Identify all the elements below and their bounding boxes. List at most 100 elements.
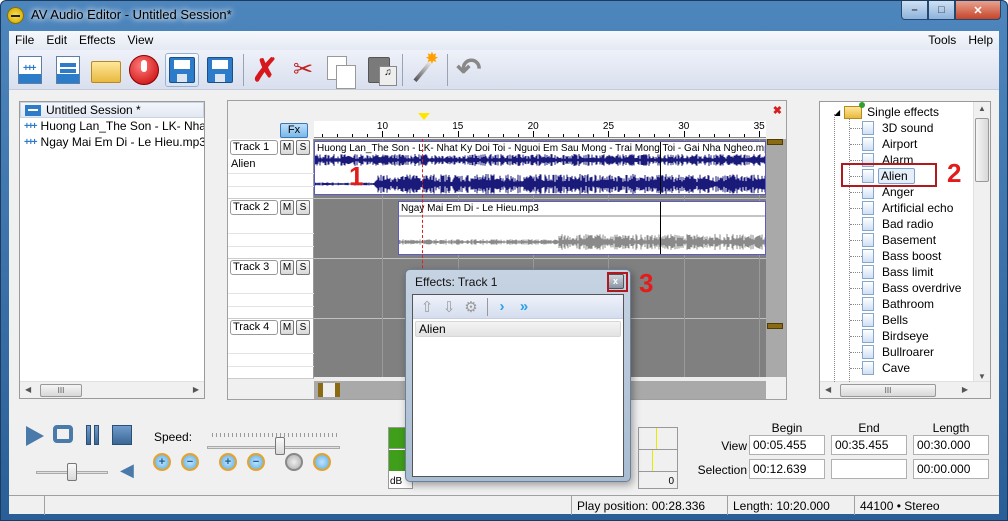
view-begin-field[interactable]: 00:05.455 [749, 435, 825, 455]
effect-item[interactable]: Bass boost [862, 248, 941, 264]
effect-item[interactable]: Bad radio [862, 216, 933, 232]
scroll-right-arrow-icon[interactable]: ▶ [193, 385, 199, 394]
zoom-in-vertical-icon[interactable]: + [219, 453, 237, 471]
settings-gear-icon[interactable]: ⚙ [461, 297, 481, 317]
mute-button[interactable]: M [280, 200, 294, 215]
speed-slider-track[interactable] [207, 446, 340, 449]
audio-file-item[interactable]: +++Huong Lan_The Son - LK- Nhat Ky Doi T… [20, 118, 204, 134]
scroll-thumb[interactable]: III [40, 384, 82, 397]
track-lane[interactable]: Ngay Mai Em Di - Le Hieu.mp3 [314, 199, 766, 259]
volume-slider-thumb[interactable] [67, 463, 77, 481]
speaker-icon[interactable]: ◀ [120, 460, 134, 481]
open-button[interactable] [89, 53, 123, 87]
track-name-field[interactable]: Track 4 [230, 320, 278, 335]
pause-button-bar[interactable] [86, 425, 91, 445]
view-length-field[interactable]: 00:30.000 [913, 435, 989, 455]
menu-effects[interactable]: Effects [73, 31, 121, 50]
save-button[interactable] [165, 52, 199, 87]
move-down-icon[interactable]: ⇩ [439, 297, 459, 317]
move-up-icon[interactable]: ⇧ [417, 297, 437, 317]
next-icon[interactable]: › [492, 297, 512, 317]
menu-tools[interactable]: Tools [922, 31, 962, 50]
solo-button[interactable]: S [296, 140, 310, 155]
record-button[interactable] [127, 53, 161, 87]
loop-button[interactable] [53, 425, 73, 443]
zoom-out-horizontal-icon[interactable]: − [181, 453, 199, 471]
speed-slider-thumb[interactable] [275, 437, 286, 455]
track-name-field[interactable]: Track 2 [230, 200, 278, 215]
maximize-button[interactable]: □ [928, 1, 955, 20]
mute-button[interactable]: M [280, 260, 294, 275]
minimize-button[interactable]: – [901, 1, 928, 20]
undo-button[interactable]: ↶ [452, 53, 486, 87]
zoom-out-vertical-icon[interactable]: − [247, 453, 265, 471]
effect-item[interactable]: Bathroom [862, 296, 934, 312]
paste-button[interactable] [362, 53, 397, 87]
mute-button[interactable]: M [280, 320, 294, 335]
effect-item[interactable]: Bullroarer [862, 344, 934, 360]
menu-help[interactable]: Help [962, 31, 999, 50]
fast-forward-icon[interactable]: » [514, 297, 534, 317]
scroll-thumb[interactable]: III [840, 384, 936, 397]
session-horizontal-scrollbar[interactable]: ◀ III ▶ [20, 381, 204, 398]
effect-item[interactable]: Cave [862, 360, 910, 376]
effect-item[interactable]: Bass overdrive [862, 280, 961, 296]
new-audio-button[interactable]: +++ [13, 53, 47, 87]
effect-item[interactable]: Bells [862, 312, 908, 328]
selection-begin-field[interactable]: 00:12.639 [749, 459, 825, 479]
dialog-effect-item[interactable]: Alien [415, 321, 621, 337]
save-as-button[interactable] [203, 53, 237, 87]
view-end-field[interactable]: 00:35.455 [831, 435, 907, 455]
editor-close-icon[interactable]: ✖ [773, 104, 782, 117]
stop-button[interactable] [112, 425, 132, 445]
effect-item[interactable]: 3D sound [862, 120, 933, 136]
effect-item[interactable]: Basement [862, 232, 936, 248]
fx-button[interactable]: Fx [280, 123, 308, 138]
close-button[interactable]: ✕ [955, 1, 1001, 20]
scroll-left-arrow-icon[interactable]: ◀ [25, 385, 31, 394]
effects-vertical-scrollbar[interactable]: ▲ ▼ [973, 102, 990, 383]
session-item[interactable]: Untitled Session * [20, 102, 204, 118]
playhead-marker-icon[interactable] [418, 113, 430, 120]
zoom-selection-icon[interactable] [285, 453, 303, 471]
mute-button[interactable]: M [280, 140, 294, 155]
menu-view[interactable]: View [122, 31, 160, 50]
play-button[interactable] [26, 426, 44, 446]
selection-length-field[interactable]: 00:00.000 [913, 459, 989, 479]
scroll-right-arrow-icon[interactable]: ▶ [962, 385, 968, 394]
pause-button-bar[interactable] [94, 425, 99, 445]
effects-wand-button[interactable] [407, 53, 441, 87]
editor-vertical-scrollbar[interactable] [766, 139, 786, 377]
effect-item[interactable]: Artificial echo [862, 200, 953, 216]
track-lane[interactable]: Huong Lan_The Son - LK- Nhat Ky Doi Toi … [314, 139, 766, 199]
effect-item[interactable]: Airport [862, 136, 917, 152]
solo-button[interactable]: S [296, 320, 310, 335]
effects-horizontal-scrollbar[interactable]: ◀ III ▶ [820, 381, 990, 398]
new-session-button[interactable] [51, 53, 85, 87]
zoom-in-horizontal-icon[interactable]: + [153, 453, 171, 471]
scroll-thumb[interactable] [975, 118, 989, 182]
audio-clip[interactable]: Ngay Mai Em Di - Le Hieu.mp3 [398, 201, 766, 255]
effect-item[interactable]: Bass limit [862, 264, 933, 280]
menu-edit[interactable]: Edit [40, 31, 73, 50]
scroll-handle-top[interactable] [767, 139, 783, 145]
scroll-down-arrow-icon[interactable]: ▼ [978, 372, 986, 381]
audio-clip[interactable]: Huong Lan_The Son - LK- Nhat Ky Doi Toi … [314, 141, 766, 195]
selection-end-field[interactable] [831, 459, 907, 479]
solo-button[interactable]: S [296, 200, 310, 215]
scroll-left-arrow-icon[interactable]: ◀ [825, 385, 831, 394]
horizontal-scroll-thumb[interactable] [318, 383, 340, 397]
scroll-up-arrow-icon[interactable]: ▲ [978, 104, 986, 113]
solo-button[interactable]: S [296, 260, 310, 275]
menu-file[interactable]: File [9, 31, 40, 50]
audio-file-item[interactable]: +++ Ngay Mai Em Di - Le Hieu.mp3 [20, 134, 204, 150]
track-name-field[interactable]: Track 3 [230, 260, 278, 275]
scroll-handle-bottom[interactable] [767, 323, 783, 329]
track-name-field[interactable]: Track 1 [230, 140, 278, 155]
delete-button[interactable]: ✗ [248, 53, 282, 87]
copy-button[interactable] [324, 53, 358, 89]
time-ruler[interactable]: 10 15 20 25 30 35 [314, 121, 766, 138]
cut-button[interactable]: ✂ [286, 53, 320, 87]
effect-item[interactable]: Birdseye [862, 328, 929, 344]
zoom-fit-icon[interactable] [313, 453, 331, 471]
